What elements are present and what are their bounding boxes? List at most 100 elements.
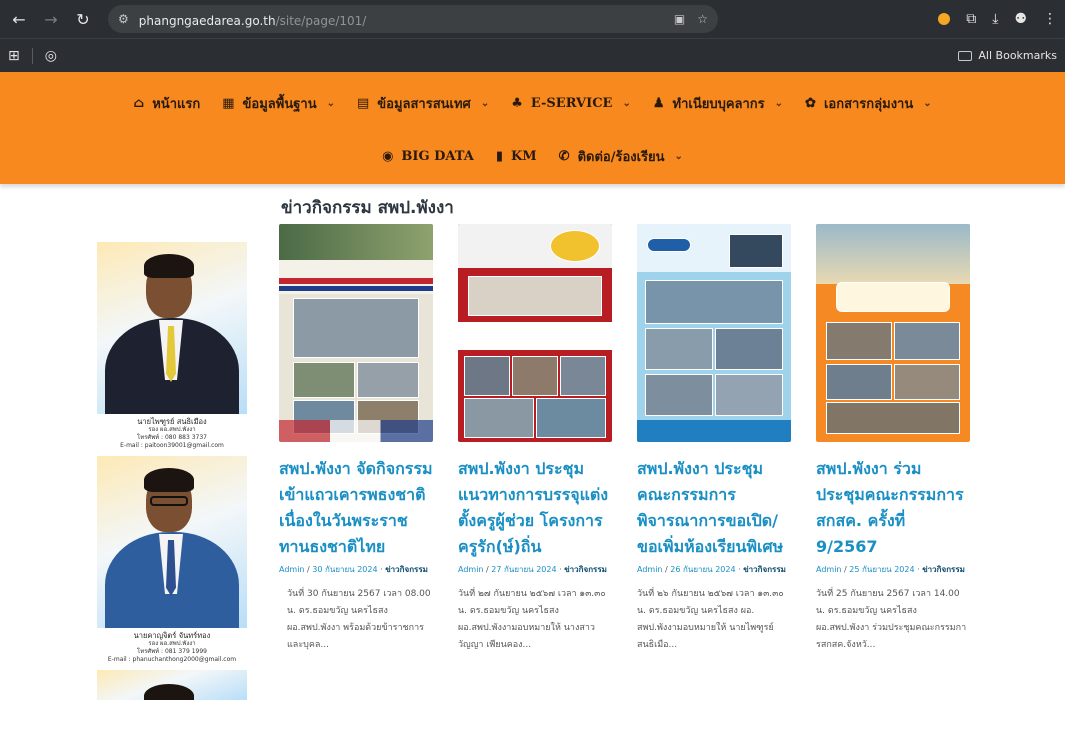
executive-card: นายคาญจิตร์ จันทร์ทอง รอง ผอ.สพป.พังงา โ… [97, 456, 247, 670]
news-date[interactable]: 26 กันยายน 2024 [670, 565, 735, 574]
news-card[interactable]: สพป.พังงา ประชุมแนวทางการบรรจุแต่งตั้งคร… [458, 224, 612, 654]
news-date[interactable]: 30 กันยายน 2024 [312, 565, 377, 574]
nav-item-row1-1[interactable]: ▦ ข้อมูลพื้นฐาน ⌄ [222, 93, 335, 114]
apps-grid-icon[interactable]: ⊞ [8, 48, 20, 64]
news-thumbnail[interactable] [637, 224, 791, 442]
translate-icon[interactable]: ▣ [674, 12, 685, 26]
users-icon: ♟ [652, 95, 665, 111]
profile-icon[interactable]: ⚉ [1014, 11, 1027, 27]
executive-photo [97, 670, 247, 700]
news-card[interactable]: สพป.พังงา ประชุมคณะกรรมการพิจารณาการขอเป… [637, 224, 791, 654]
globe-icon: ◉ [382, 148, 394, 164]
nav-item-row2-1[interactable]: ▮ KM [496, 149, 537, 164]
executive-photo [97, 456, 247, 628]
news-thumbnail[interactable] [279, 224, 433, 442]
news-card[interactable]: สพป.พังงา จัดกิจกรรมเข้าแถวเคารพธงชาติ เ… [279, 224, 433, 654]
folder-icon: ✿ [805, 95, 816, 111]
news-excerpt: วันที่ 25 กันยายน 2567 เวลา 14.00 น. ดร.… [816, 589, 967, 650]
executive-email: E-mail : phanuchanthong2000@gmail.com [107, 656, 237, 663]
nav-item-label: BIG DATA [401, 148, 474, 164]
nav-item-row1-5[interactable]: ✿ เอกสารกลุ่มงาน ⌄ [805, 93, 932, 114]
news-author[interactable]: Admin [458, 565, 484, 574]
news-title[interactable]: สพป.พังงา ประชุมคณะกรรมการพิจารณาการขอเป… [637, 456, 791, 560]
news-excerpt: วันที่ ๒๗ กันยายน ๒๕๖๗ เวลา ๑๓.๓๐ น. ดร.… [458, 589, 606, 650]
nav-item-row2-0[interactable]: ◉ BIG DATA [382, 149, 474, 164]
extensions-puzzle-icon[interactable]: ⧉ [966, 11, 976, 27]
download-icon[interactable]: ⤓ [992, 11, 998, 27]
sitemap-icon: ♣ [511, 95, 523, 111]
browser-chrome: ← → ↻ ⚙ phangngaedarea.go.th/site/page/1… [0, 0, 1065, 72]
chevron-down-icon: ⌄ [326, 97, 335, 109]
chevron-down-icon: ⌄ [923, 97, 932, 109]
chevron-down-icon: ⌄ [674, 150, 683, 162]
address-bar[interactable]: ⚙ phangngaedarea.go.th/site/page/101/ ▣ … [108, 5, 718, 33]
sidebar-executives: นายไพฑูรย์ สนธิเมือง รอง ผอ.สพป.พังงา โท… [97, 242, 247, 700]
nav-item-row1-0[interactable]: ⌂ หน้าแรก [133, 93, 200, 114]
executive-name: นายคาญจิตร์ จันทร์ทอง [133, 631, 211, 640]
nav-item-label: ทำเนียบบุคลากร [672, 96, 765, 112]
executive-name: นายไพฑูรย์ สนธิเมือง [137, 417, 207, 426]
news-author[interactable]: Admin [637, 565, 663, 574]
executive-email: E-mail : paitoon39001@gmail.com [120, 442, 224, 449]
news-meta: Admin / 30 กันยายน 2024 · ข่าวกิจกรรม [279, 565, 428, 574]
news-category[interactable]: ข่าวกิจกรรม [385, 565, 428, 574]
chevron-down-icon: ⌄ [774, 97, 784, 109]
book-icon: ▮ [495, 148, 503, 164]
globe-icon[interactable]: ◎ [45, 48, 57, 64]
executive-phone: โทรศัพท์ : 081 379 1999 [137, 648, 207, 655]
news-thumbnail[interactable] [458, 224, 612, 442]
url-path: /site/page/101/ [275, 13, 367, 28]
nav-item-label: หน้าแรก [152, 96, 201, 112]
browser-toolbar: ← → ↻ ⚙ phangngaedarea.go.th/site/page/1… [0, 0, 1065, 38]
back-icon[interactable]: ← [8, 10, 30, 29]
news-meta: Admin / 25 กันยายน 2024 · ข่าวกิจกรรม [816, 565, 965, 574]
executive-caption: นายคาญจิตร์ จันทร์ทอง รอง ผอ.สพป.พังงา โ… [97, 628, 247, 670]
nav-item-label: ข้อมูลพื้นฐาน [242, 96, 317, 112]
executive-position: รอง ผอ.สพป.พังงา [148, 426, 196, 433]
nav-item-row1-2[interactable]: ▤ ข้อมูลสารสนเทศ ⌄ [357, 93, 489, 114]
news-date[interactable]: 27 กันยายน 2024 [491, 565, 556, 574]
forward-icon[interactable]: → [40, 10, 62, 29]
news-category[interactable]: ข่าวกิจกรรม [564, 565, 607, 574]
reload-icon[interactable]: ↻ [72, 10, 94, 29]
document-icon: ▤ [356, 95, 370, 111]
url-host: phangngaedarea.go.th [138, 13, 276, 28]
news-title[interactable]: สพป.พังงา จัดกิจกรรมเข้าแถวเคารพธงชาติ เ… [279, 456, 433, 560]
nav-item-label: KM [510, 148, 537, 164]
news-title[interactable]: สพป.พังงา ร่วมประชุมคณะกรรมการ สกสค. ครั… [816, 456, 970, 560]
news-excerpt: วันที่ 30 กันยายน 2567 เวลา 08.00 น. ดร.… [287, 589, 431, 650]
news-meta: Admin / 26 กันยายน 2024 · ข่าวกิจกรรม [637, 565, 786, 574]
executive-position: รอง ผอ.สพป.พังงา [148, 640, 196, 647]
news-category[interactable]: ข่าวกิจกรรม [922, 565, 965, 574]
bookmarks-divider [31, 47, 33, 64]
news-category[interactable]: ข่าวกิจกรรม [743, 565, 786, 574]
menu-icon[interactable]: ⋮ [1043, 11, 1057, 27]
news-date[interactable]: 25 กันยายน 2024 [849, 565, 914, 574]
site-info-icon[interactable]: ⚙ [118, 12, 129, 26]
extension-icon[interactable] [938, 13, 951, 25]
all-bookmarks-button[interactable]: All Bookmarks [958, 49, 1057, 62]
nav-item-row1-3[interactable]: ♣ E-SERVICE ⌄ [511, 96, 631, 111]
news-author[interactable]: Admin [816, 565, 842, 574]
news-author[interactable]: Admin [279, 565, 305, 574]
chevron-down-icon: ⌄ [622, 97, 631, 109]
bookmarks-bar: ⊞ ◎ All Bookmarks [0, 38, 1065, 72]
news-card[interactable]: สพป.พังงา ร่วมประชุมคณะกรรมการ สกสค. ครั… [816, 224, 970, 654]
news-thumbnail[interactable] [816, 224, 970, 442]
executive-caption: นายไพฑูรย์ สนธิเมือง รอง ผอ.สพป.พังงา โท… [97, 414, 247, 456]
database-icon: ▦ [222, 95, 235, 111]
bookmark-star-icon[interactable]: ☆ [697, 12, 708, 26]
executive-photo [97, 242, 247, 414]
executive-card [97, 670, 247, 700]
news-meta: Admin / 27 กันยายน 2024 · ข่าวกิจกรรม [458, 565, 607, 574]
site-navigation: ⌂ หน้าแรก ▦ ข้อมูลพื้นฐาน ⌄ ▤ ข้อมูลสารสนเทศ ⌄ ♣… [0, 72, 1065, 184]
nav-item-label: ข้อมูลสารสนเทศ [377, 96, 471, 112]
home-icon: ⌂ [133, 95, 145, 111]
nav-item-row2-2[interactable]: ✆ ติดต่อ/ร้องเรียน ⌄ [559, 146, 683, 167]
nav-item-label: เอกสารกลุ่มงาน [823, 96, 914, 112]
news-title[interactable]: สพป.พังงา ประชุมแนวทางการบรรจุแต่งตั้งคร… [458, 456, 612, 560]
nav-row-secondary: ◉ BIG DATA ▮ KM ✆ ติดต่อ/ร้องเรียน ⌄ [0, 128, 1065, 184]
nav-item-row1-4[interactable]: ♟ ทำเนียบบุคลากร ⌄ [653, 93, 783, 114]
executive-phone: โทรศัพท์ : 080 883 3737 [137, 434, 207, 441]
section-title: ข่าวกิจกรรม สพป.พังงา [281, 198, 454, 218]
